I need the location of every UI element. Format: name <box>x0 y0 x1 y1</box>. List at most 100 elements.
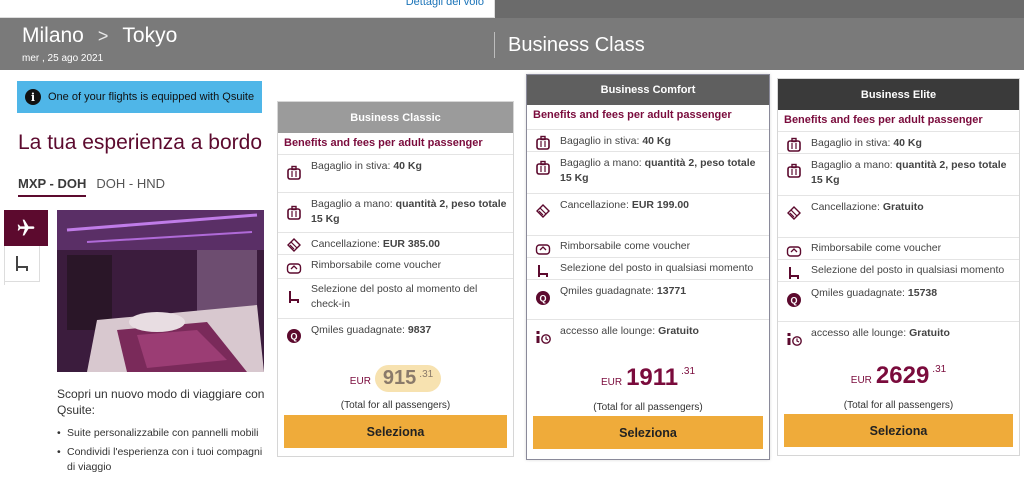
fare-row-checked-bag: Bagaglio in stiva: 40 Kg <box>278 154 513 192</box>
fare-row-seat-selection: Selezione del posto in qualsiasi momento <box>778 259 1019 281</box>
row-label: Rimborsabile come voucher <box>560 240 691 252</box>
side-tab-seat[interactable] <box>4 246 40 282</box>
onboard-experience-title: La tua esperienza a bordo <box>18 131 263 154</box>
row-value: Gratuito <box>658 325 699 337</box>
seat-select-icon <box>538 265 548 277</box>
price-currency: EUR <box>349 376 371 387</box>
price-currency: EUR <box>600 377 623 388</box>
total-note: (Total for all passengers) <box>843 400 954 411</box>
list-item: Suite personalizzabile con pannelli mobi… <box>57 426 272 441</box>
fare-price: EUR 2629.31 <box>778 362 1019 390</box>
fare-row-hand-bag: Bagaglio a mano: quantità 2, peso totale… <box>278 192 513 232</box>
benefits-title: Benefits and fees per adult passenger <box>533 109 732 121</box>
route: Milano > Tokyo <box>22 24 177 48</box>
total-note: (Total for all passengers) <box>593 402 703 413</box>
fare-row-qmiles: Q Qmiles guadagnate: 13771 <box>527 279 769 319</box>
row-value: 40 Kg <box>893 137 922 149</box>
qsuite-description: Scopri un nuovo modo di viaggiare con Qs… <box>57 387 265 417</box>
fare-row-lounge: accesso alle lounge: Gratuito <box>527 319 769 349</box>
fare-card-business-elite[interactable]: Business Elite Benefits and fees per adu… <box>777 78 1020 456</box>
header-divider <box>494 32 495 58</box>
row-label: accesso alle lounge: <box>560 325 656 337</box>
row-label: Cancellazione: <box>560 199 629 211</box>
svg-text:Q: Q <box>290 332 297 342</box>
cancellation-icon <box>536 204 550 218</box>
hand-bag-icon <box>287 205 301 220</box>
row-label: Qmiles guadagnate: <box>311 324 405 336</box>
voucher-icon <box>286 263 302 274</box>
qmiles-icon: Q <box>287 329 301 343</box>
origin-city: Milano <box>22 24 84 47</box>
qmiles-icon: Q <box>536 291 550 305</box>
route-arrow-icon: > <box>97 25 109 46</box>
row-label: Qmiles guadagnate: <box>811 287 905 299</box>
row-label: Selezione del posto in qualsiasi momento <box>811 264 1005 276</box>
hand-bag-icon <box>787 163 801 178</box>
price-amount: 1911 <box>626 364 679 391</box>
fare-row-voucher: Rimborsabile come voucher <box>778 237 1019 259</box>
price-amount: 915 <box>382 367 417 389</box>
seat-select-icon <box>789 267 799 279</box>
select-business-comfort-button[interactable]: Seleziona <box>533 416 763 449</box>
flight-details-link[interactable]: Dettagli del volo <box>406 0 484 8</box>
segment-tabs: MXP - DOH DOH - HND <box>18 176 165 197</box>
travel-date: mer , 25 ago 2021 <box>22 53 104 64</box>
cancellation-icon <box>787 206 801 220</box>
row-value: Gratuito <box>909 327 950 339</box>
price-decimals: .31 <box>932 364 947 375</box>
row-label: Cancellazione: <box>811 201 880 213</box>
row-label: Bagaglio in stiva: <box>560 135 640 147</box>
checked-bag-icon <box>787 137 801 152</box>
row-label: Bagaglio a mano: <box>560 157 642 169</box>
fare-price: EUR 915.31 <box>278 365 513 392</box>
row-label: Bagaglio a mano: <box>311 198 393 210</box>
voucher-icon <box>786 246 802 257</box>
tab-segment-mxp-doh[interactable]: MXP - DOH <box>18 176 87 197</box>
row-value: 40 Kg <box>642 135 671 147</box>
tab-segment-doh-hnd[interactable]: DOH - HND <box>96 176 165 197</box>
flight-summary-strip: Dettagli del volo <box>0 0 495 18</box>
row-value: 9837 <box>407 324 432 336</box>
row-label: Bagaglio a mano: <box>811 159 893 171</box>
fare-row-qmiles: Q Qmiles guadagnate: 9837 <box>278 318 513 344</box>
row-value: EUR 385.00 <box>382 238 441 250</box>
fare-row-seat-selection: Selezione del posto in qualsiasi momento <box>527 257 769 279</box>
fare-row-seat-selection: Selezione del posto al momento del check… <box>278 278 513 318</box>
row-label: accesso alle lounge: <box>811 327 907 339</box>
total-note: (Total for all passengers) <box>340 400 451 411</box>
qsuite-info-text: One of your flights is equipped with Qsu… <box>48 91 255 103</box>
row-label: Qmiles guadagnate: <box>560 285 654 297</box>
fare-card-business-classic[interactable]: Business Classic Benefits and fees per a… <box>277 101 514 457</box>
qsuite-cabin-photo <box>57 210 264 372</box>
price-currency: EUR <box>850 375 872 386</box>
list-item: Condividi l'esperienza con i tuoi compag… <box>57 445 272 475</box>
side-tab-flight[interactable] <box>4 210 48 246</box>
row-label: Selezione del posto in qualsiasi momento <box>560 262 754 274</box>
row-label: Rimborsabile come voucher <box>811 242 942 254</box>
row-value: EUR 199.00 <box>631 199 690 211</box>
fare-selection-page: Dettagli del volo Milano > Tokyo mer , 2… <box>0 0 1024 495</box>
svg-text:Q: Q <box>790 296 797 306</box>
voucher-icon <box>535 244 551 255</box>
fare-row-checked-bag: Bagaglio in stiva: 40 Kg <box>778 131 1019 153</box>
cabin-title: Business Class <box>508 34 645 56</box>
lounge-icon <box>536 331 551 344</box>
row-label: Bagaglio in stiva: <box>811 137 891 149</box>
lounge-icon <box>787 333 802 346</box>
fare-card-business-comfort[interactable]: Business Comfort Benefits and fees per a… <box>526 74 770 460</box>
fare-row-qmiles: Q Qmiles guadagnate: 15738 <box>778 281 1019 321</box>
qsuite-features-list: Suite personalizzabile con pannelli mobi… <box>57 426 272 479</box>
route-header: Milano > Tokyo mer , 25 ago 2021 Busines… <box>0 18 1024 70</box>
top-dark-strip <box>495 0 1024 18</box>
fare-row-voucher: Rimborsabile come voucher <box>527 235 769 257</box>
plane-icon <box>17 219 35 236</box>
fare-row-voucher: Rimborsabile come voucher <box>278 254 513 278</box>
fare-row-cancellation: Cancellazione: Gratuito <box>778 195 1019 237</box>
qmiles-icon: Q <box>787 293 801 307</box>
row-label: Selezione del posto al momento del check… <box>311 283 478 310</box>
select-business-elite-button[interactable]: Seleziona <box>784 414 1013 447</box>
row-value: 15738 <box>907 287 938 299</box>
checked-bag-icon <box>536 135 550 150</box>
fare-name: Business Classic <box>278 102 513 133</box>
select-business-classic-button[interactable]: Seleziona <box>284 415 507 448</box>
